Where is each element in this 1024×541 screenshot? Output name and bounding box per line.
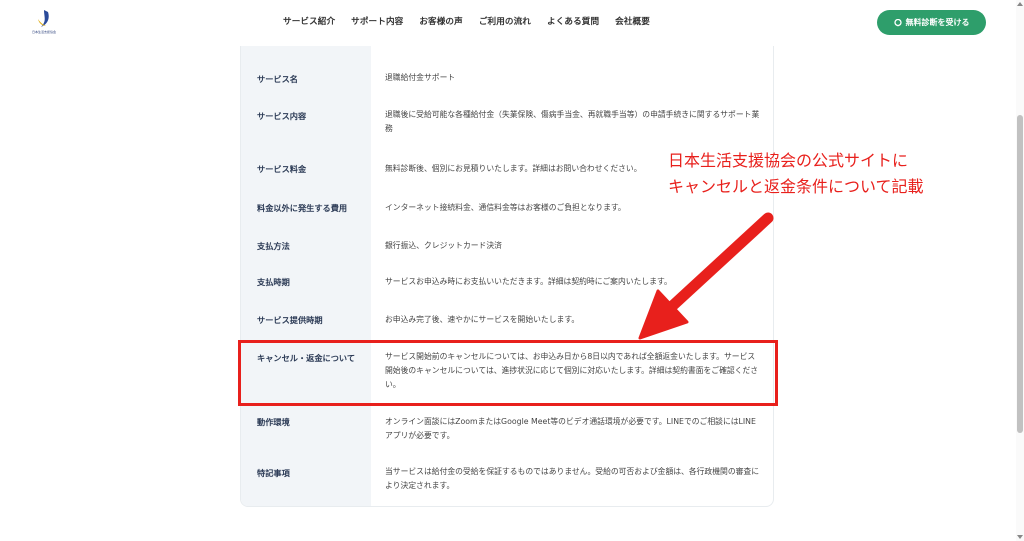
table-row: サービス名 退職給付金サポート xyxy=(241,46,773,99)
nav-item-services[interactable]: サービス紹介 xyxy=(283,15,335,27)
main-nav: サービス紹介 サポート内容 お客様の声 ご利用の流れ よくある質問 会社概要 xyxy=(283,15,666,27)
table-row: 動作環境 オンライン面談にはZoomまたはGoogle Meet等のビデオ通話環… xyxy=(241,406,773,450)
free-diagnosis-label: 無料診断を受ける xyxy=(905,18,970,27)
table-row: 支払方法 銀行振込、クレジットカード決済 xyxy=(241,237,773,273)
vertical-scrollbar[interactable] xyxy=(1016,0,1024,541)
site-header: 日本生活支援協会 サービス紹介 サポート内容 お客様の声 ご利用の流れ よくある… xyxy=(0,0,1016,46)
row-value: 銀行振込、クレジットカード決済 xyxy=(385,241,502,250)
row-label: サービス料金 xyxy=(241,157,371,198)
site-logo[interactable]: 日本生活支援協会 xyxy=(30,9,58,37)
row-label: サービス内容 xyxy=(241,99,371,157)
table-row: 特記事項 当サービスは給付金の受給を保証するものではありません。受給の可否および… xyxy=(241,450,773,506)
row-value: オンライン面談にはZoomまたはGoogle Meet等のビデオ通話環境が必要で… xyxy=(385,417,756,440)
scroll-thumb[interactable] xyxy=(1017,115,1023,433)
table-row: 料金以外に発生する費用 インターネット接続料金、通信料金等はお客様のご負担となり… xyxy=(241,198,773,237)
nav-item-support[interactable]: サポート内容 xyxy=(351,15,403,27)
logo-mark-icon xyxy=(38,10,49,27)
annotation-line-2: キャンセルと返金条件について記載 xyxy=(668,177,924,196)
chat-bubble-icon xyxy=(893,18,902,27)
service-info-table: サービス名 退職給付金サポート サービス内容 退職後に受給可能な各種給付金（失業… xyxy=(240,46,774,507)
annotation-text: 日本生活支援協会の公式サイトに キャンセルと返金条件について記載 xyxy=(668,148,924,200)
row-value: 退職給付金サポート xyxy=(385,73,456,82)
highlight-box xyxy=(238,340,778,406)
row-value: サービスお申込み時にお支払いいただきます。詳細は契約時にご案内いたします。 xyxy=(385,277,672,286)
nav-item-testimonials[interactable]: お客様の声 xyxy=(419,15,462,27)
row-label: 支払方法 xyxy=(241,237,371,273)
nav-item-faq[interactable]: よくある質問 xyxy=(547,15,599,27)
row-value: インターネット接続料金、通信料金等はお客様のご負担となります。 xyxy=(385,203,626,212)
free-diagnosis-button[interactable]: 無料診断を受ける xyxy=(877,10,986,35)
row-label: 料金以外に発生する費用 xyxy=(241,198,371,237)
table-row: 支払時期 サービスお申込み時にお支払いいただきます。詳細は契約時にご案内いたしま… xyxy=(241,273,773,310)
nav-item-company[interactable]: 会社概要 xyxy=(615,15,650,27)
logo-text: 日本生活支援協会 xyxy=(31,30,56,34)
row-label: 特記事項 xyxy=(241,450,371,506)
row-value: 当サービスは給付金の受給を保証するものではありません。受給の可否および金額は、各… xyxy=(385,467,760,490)
row-label: サービス名 xyxy=(241,46,371,99)
nav-item-flow[interactable]: ご利用の流れ xyxy=(479,15,531,27)
scroll-down-icon[interactable] xyxy=(1017,535,1023,539)
row-label: 動作環境 xyxy=(241,406,371,450)
annotation-line-1: 日本生活支援協会の公式サイトに xyxy=(668,151,909,170)
scroll-up-icon[interactable] xyxy=(1017,2,1023,6)
row-label: 支払時期 xyxy=(241,273,371,310)
